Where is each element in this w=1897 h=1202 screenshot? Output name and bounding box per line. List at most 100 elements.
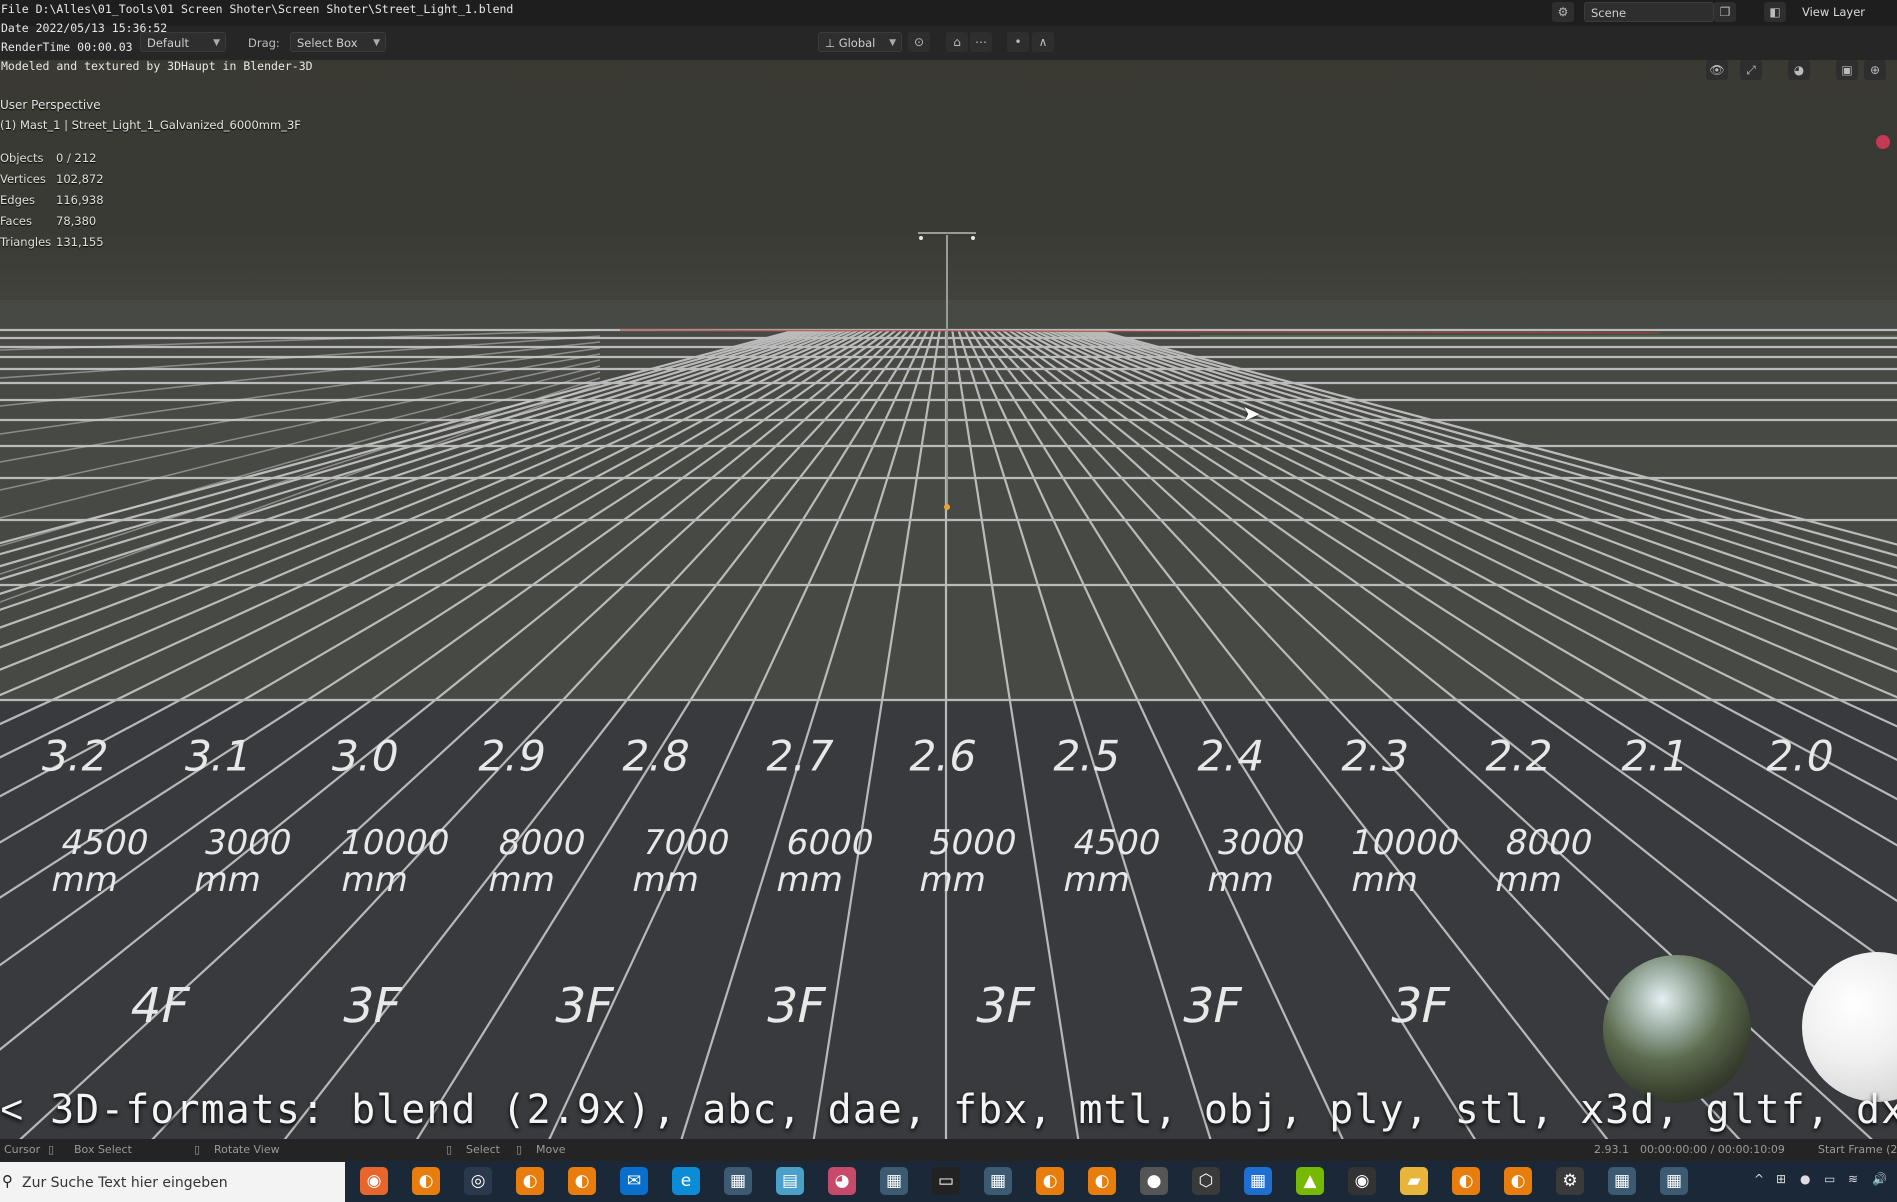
- obs-icon[interactable]: ◉: [1348, 1167, 1376, 1195]
- lamp-head: [919, 236, 923, 240]
- lane-number-label: 3.1: [179, 731, 257, 781]
- stat-row: Objects 0 / 212: [0, 151, 96, 165]
- stat-label: Edges: [0, 193, 35, 207]
- xray-icon[interactable]: ▣: [1836, 60, 1858, 80]
- blender-icon[interactable]: ◐: [1452, 1167, 1480, 1195]
- new-scene-icon[interactable]: ❐: [1714, 2, 1736, 22]
- street-light-arm: [918, 232, 976, 234]
- file-path-stamp: File D:\Alles\01_Tools\01 Screen Shoter\…: [1, 2, 514, 16]
- pivot-point-icon[interactable]: ⊙: [908, 32, 930, 52]
- lane-unit-label: mm: [1059, 860, 1135, 900]
- scene-icon[interactable]: ⚙: [1552, 2, 1574, 22]
- view-layer-icon[interactable]: ◧: [1764, 2, 1786, 22]
- stat-value: 78,380: [56, 214, 97, 228]
- subtitle-marker: ˂: [0, 1087, 51, 1133]
- mouse-cursor-icon: ➤: [1242, 402, 1261, 427]
- terminal-icon[interactable]: ▭: [932, 1167, 960, 1195]
- lane-length-label: 10000: [336, 823, 454, 863]
- app-icon[interactable]: ▦: [1608, 1167, 1636, 1195]
- panda-icon[interactable]: ●: [1140, 1167, 1168, 1195]
- lane-floor-label: 3F: [760, 978, 832, 1034]
- drag-label: Drag:: [248, 36, 280, 50]
- active-object-label: (1) Mast_1 | Street_Light_1_Galvanized_6…: [0, 118, 301, 132]
- app-icon[interactable]: ▦: [1660, 1167, 1688, 1195]
- stat-label: Vertices: [0, 172, 46, 186]
- snap-icon[interactable]: ⌂: [946, 32, 968, 52]
- lane-floor-label: 3F: [336, 978, 408, 1034]
- mail-icon[interactable]: ✉: [620, 1167, 648, 1195]
- lane-length-label: 4500: [1069, 823, 1165, 863]
- folder-icon[interactable]: ▰: [1400, 1167, 1428, 1195]
- lane-number-label: 2.3: [1336, 731, 1414, 781]
- lane-unit-label: mm: [1347, 860, 1423, 900]
- blender-icon[interactable]: ◐: [516, 1167, 544, 1195]
- blender-icon[interactable]: ◐: [1036, 1167, 1064, 1195]
- lane-unit-label: mm: [190, 860, 266, 900]
- notes-icon[interactable]: ▤: [776, 1167, 804, 1195]
- tray-chevron-icon[interactable]: ^: [1754, 1172, 1764, 1186]
- lane-floor-label: 3F: [1384, 978, 1456, 1034]
- stat-row: Triangles 131,155: [0, 235, 104, 249]
- tray-volume-icon[interactable]: 🔊: [1872, 1172, 1887, 1186]
- 3d-viewport[interactable]: 3.2 3.1 3.0 2.9 2.8 2.7 2.6 2.5 2.4 2.3 2.2 2.1 2.0 4…: [0, 0, 1897, 1202]
- status-bar: Cursor ▯ Box Select ▯ Rotate View ▯ Sele…: [0, 1139, 1897, 1161]
- steam-icon[interactable]: ◎: [464, 1167, 492, 1195]
- orientation-value: Default: [147, 36, 190, 50]
- stat-row: Edges 116,938: [0, 193, 104, 207]
- nvidia-icon[interactable]: ▲: [1296, 1167, 1324, 1195]
- tray-app-icon[interactable]: ●: [1800, 1172, 1810, 1186]
- stat-value: 131,155: [56, 235, 104, 249]
- mouse-icon: ▯: [48, 1143, 55, 1156]
- app-icon[interactable]: ▦: [880, 1167, 908, 1195]
- app-icon[interactable]: ▦: [724, 1167, 752, 1195]
- calendar-icon[interactable]: ▦: [1244, 1167, 1272, 1195]
- edge-icon[interactable]: e: [672, 1167, 700, 1195]
- lane-number-label: 2.8: [617, 731, 695, 781]
- mouse-icon: ▯: [194, 1143, 201, 1156]
- gizmo-icon[interactable]: ⤢: [1740, 60, 1762, 80]
- lane-length-label: 5000: [925, 823, 1021, 863]
- lane-number-label: 2.6: [904, 731, 982, 781]
- scene-name: Scene: [1591, 6, 1627, 20]
- lane-unit-label: mm: [628, 860, 704, 900]
- record-indicator-icon: [1876, 135, 1890, 149]
- stat-label: Objects: [0, 151, 44, 165]
- street-light-pole[interactable]: [946, 235, 948, 505]
- lane-number-label: 3.2: [36, 731, 114, 781]
- view-layer-name[interactable]: View Layer: [1802, 5, 1865, 19]
- perspective-label: User Perspective: [0, 98, 101, 112]
- lane-unit-label: mm: [47, 860, 123, 900]
- drag-value: Select Box: [297, 36, 358, 50]
- blender-icon[interactable]: ◐: [412, 1167, 440, 1195]
- status-move: Move: [536, 1143, 566, 1156]
- falloff-icon[interactable]: ∧: [1032, 32, 1054, 52]
- transform-orientation-dropdown[interactable]: ⊥ Global ▼: [818, 32, 902, 52]
- wireframe-shading-icon[interactable]: ⊕: [1864, 60, 1886, 80]
- proportional-edit-icon[interactable]: •: [1007, 32, 1029, 52]
- tray-network-icon[interactable]: ⊞: [1776, 1172, 1786, 1186]
- drag-dropdown[interactable]: Select Box ▼: [290, 32, 386, 52]
- blender-icon[interactable]: ◐: [1504, 1167, 1532, 1195]
- scene-selector[interactable]: Scene: [1584, 2, 1714, 22]
- stat-label: Triangles: [0, 235, 52, 249]
- snap-target-icon[interactable]: ⋯: [970, 32, 992, 52]
- taskbar-search-input[interactable]: ⚲ Zur Suche Text hier eingeben: [0, 1162, 345, 1202]
- tray-battery-icon[interactable]: ▭: [1824, 1172, 1835, 1186]
- visibility-icon[interactable]: 👁: [1706, 60, 1728, 80]
- lane-floor-label: 3F: [548, 978, 620, 1034]
- blender-icon[interactable]: ◐: [568, 1167, 596, 1195]
- tray-wifi-icon[interactable]: ≋: [1848, 1172, 1858, 1186]
- lane-length-label: 3000: [200, 823, 296, 863]
- orientation-dropdown[interactable]: Default ▼: [140, 32, 226, 52]
- credit-stamp: Modeled and textured by 3DHaupt in Blend…: [1, 59, 313, 73]
- stat-value: 0 / 212: [56, 151, 97, 165]
- lane-floor-label: 4F: [124, 978, 196, 1034]
- app-icon[interactable]: ▦: [984, 1167, 1012, 1195]
- settings-icon[interactable]: ⚙: [1556, 1167, 1584, 1195]
- lane-number-label: 2.2: [1480, 731, 1558, 781]
- chat-icon[interactable]: ◕: [828, 1167, 856, 1195]
- blender-icon[interactable]: ◐: [1088, 1167, 1116, 1195]
- firefox-icon[interactable]: ◉: [360, 1167, 388, 1195]
- cube-icon[interactable]: ⬡: [1192, 1167, 1220, 1195]
- overlay-icon[interactable]: ◕: [1788, 60, 1810, 80]
